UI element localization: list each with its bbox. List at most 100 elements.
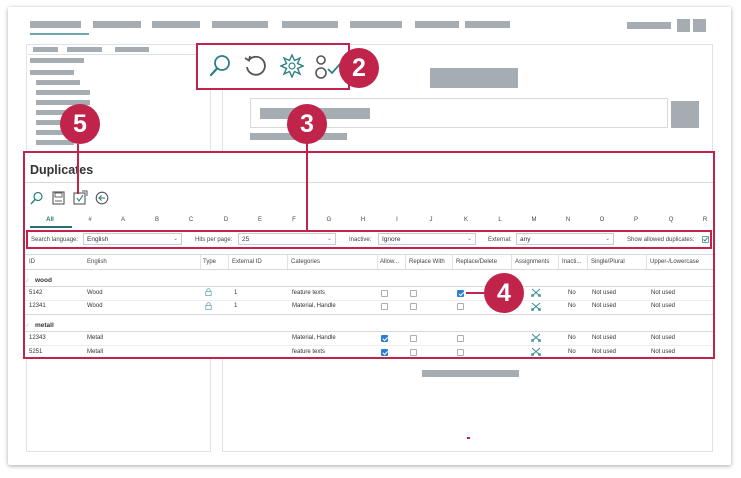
- nav-item-7[interactable]: [415, 21, 459, 28]
- column-header-inactive[interactable]: Inacti...: [562, 259, 581, 265]
- allow-checkbox[interactable]: [381, 303, 388, 310]
- group-toggle-icon[interactable]: ∕: [27, 323, 28, 329]
- arrow-left-circle-icon[interactable]: [95, 191, 109, 210]
- letter-filter-p[interactable]: P: [630, 217, 642, 223]
- replace-delete-checkbox[interactable]: [457, 290, 464, 297]
- user-menu[interactable]: [627, 22, 671, 29]
- letter-filter-j[interactable]: J: [425, 217, 437, 223]
- nav-item-8[interactable]: [465, 21, 510, 28]
- search-icon[interactable]: [209, 54, 231, 83]
- group-header-metall[interactable]: metall: [35, 322, 54, 329]
- replace-with-checkbox[interactable]: [410, 290, 417, 297]
- allow-checkbox[interactable]: [381, 290, 388, 297]
- column-divider: [200, 255, 201, 269]
- letter-filter-e[interactable]: E: [254, 217, 266, 223]
- save-icon[interactable]: [52, 191, 65, 210]
- letter-filter-l[interactable]: L: [494, 217, 506, 223]
- replace-with-checkbox[interactable]: [410, 335, 417, 342]
- external-select[interactable]: any ⌄: [516, 233, 614, 245]
- letter-filter-n[interactable]: N: [562, 217, 574, 223]
- column-header-replace-with[interactable]: Replace With: [409, 259, 445, 265]
- column-header-categories[interactable]: Categories: [291, 259, 320, 265]
- column-header-upper-lowercase[interactable]: Upper-/Lowercase: [650, 259, 699, 265]
- column-divider: [228, 255, 229, 269]
- group-toggle-icon[interactable]: ∕: [27, 278, 28, 284]
- tree-node[interactable]: [36, 80, 80, 85]
- cell-single-plural: Not used: [592, 303, 617, 309]
- nav-item-1[interactable]: [30, 21, 81, 28]
- replace-delete-checkbox[interactable]: [457, 335, 464, 342]
- letter-filter-m[interactable]: M: [528, 217, 540, 223]
- letter-filter-all[interactable]: All: [43, 217, 57, 223]
- column-header-english[interactable]: English: [87, 259, 107, 265]
- replace-delete-checkbox[interactable]: [457, 349, 464, 356]
- undo-icon[interactable]: [243, 54, 267, 83]
- letter-filter-a[interactable]: A: [117, 217, 129, 223]
- letter-filter-c[interactable]: C: [185, 217, 197, 223]
- allow-checkbox[interactable]: [381, 335, 388, 342]
- tree-tab-2[interactable]: [67, 47, 102, 52]
- chevron-down-icon: ⌄: [172, 236, 178, 242]
- cell-categories: feature texts: [292, 290, 326, 296]
- scissors-icon[interactable]: [530, 347, 542, 358]
- letter-filter-g[interactable]: G: [323, 217, 335, 223]
- nav-item-4[interactable]: [212, 21, 268, 28]
- cell-english: Metall: [87, 335, 104, 341]
- group-header-wood[interactable]: wood: [35, 277, 52, 284]
- header-button-2[interactable]: [693, 19, 706, 32]
- nav-item-2[interactable]: [93, 21, 141, 28]
- column-header-replace-delete[interactable]: Replace/Delete: [456, 259, 497, 265]
- letter-filter-b[interactable]: B: [151, 217, 163, 223]
- scissors-icon[interactable]: [530, 333, 542, 344]
- scissors-icon[interactable]: [530, 302, 542, 313]
- column-header-assignments[interactable]: Assignments: [515, 259, 549, 265]
- callout-badge-5: 5: [60, 104, 100, 144]
- column-header-external-id[interactable]: External ID: [232, 259, 262, 265]
- letter-filter-hash[interactable]: #: [84, 217, 96, 223]
- nav-item-5[interactable]: [282, 21, 338, 28]
- letter-filter-active-indicator: [30, 226, 72, 228]
- column-header-allow[interactable]: Allow...: [380, 259, 399, 265]
- tree-tab-1[interactable]: [33, 47, 58, 52]
- title-divider: [25, 182, 713, 183]
- cell-single-plural: Not used: [592, 349, 617, 355]
- tree-tab-3[interactable]: [115, 47, 149, 52]
- row-divider: [25, 314, 713, 315]
- allow-checkbox[interactable]: [381, 349, 388, 356]
- cell-english: Metall: [87, 349, 104, 355]
- letter-filter-i[interactable]: I: [391, 217, 403, 223]
- tree-node[interactable]: [30, 70, 74, 75]
- external-value: any: [520, 236, 531, 243]
- letter-filter-q[interactable]: Q: [665, 217, 677, 223]
- replace-with-checkbox[interactable]: [410, 303, 417, 310]
- show-allowed-checkbox[interactable]: [702, 236, 709, 243]
- inactive-select[interactable]: Ignore ⌄: [378, 233, 476, 245]
- burst-icon[interactable]: [279, 53, 305, 83]
- callout-badge-3: 3: [287, 104, 327, 144]
- nav-item-6[interactable]: [350, 21, 402, 28]
- letter-filter-r[interactable]: R: [699, 217, 711, 223]
- column-header-single-plural[interactable]: Single/Plural: [591, 259, 625, 265]
- hits-per-page-select[interactable]: 25 ⌄: [238, 233, 336, 245]
- callout-badge-4: 4: [484, 273, 524, 313]
- nav-item-3[interactable]: [152, 21, 200, 28]
- column-header-id[interactable]: ID: [29, 259, 35, 265]
- callout-3-line: [306, 140, 308, 231]
- export-icon[interactable]: [73, 190, 88, 210]
- replace-delete-checkbox[interactable]: [457, 303, 464, 310]
- scissors-icon[interactable]: [530, 288, 542, 299]
- tree-node[interactable]: [36, 90, 90, 95]
- search-language-select[interactable]: English ⌄: [83, 233, 182, 245]
- cell-single-plural: Not used: [592, 335, 617, 341]
- letter-filter-h[interactable]: H: [357, 217, 369, 223]
- letter-filter-k[interactable]: K: [460, 217, 472, 223]
- tree-node[interactable]: [30, 58, 84, 63]
- header-button-1[interactable]: [677, 19, 690, 32]
- external-label: External:: [488, 237, 512, 243]
- search-icon[interactable]: [30, 191, 43, 210]
- letter-filter-d[interactable]: D: [220, 217, 232, 223]
- column-header-type[interactable]: Type: [203, 259, 216, 265]
- letter-filter-o[interactable]: O: [596, 217, 608, 223]
- replace-with-checkbox[interactable]: [410, 349, 417, 356]
- letter-filter-f[interactable]: F: [288, 217, 300, 223]
